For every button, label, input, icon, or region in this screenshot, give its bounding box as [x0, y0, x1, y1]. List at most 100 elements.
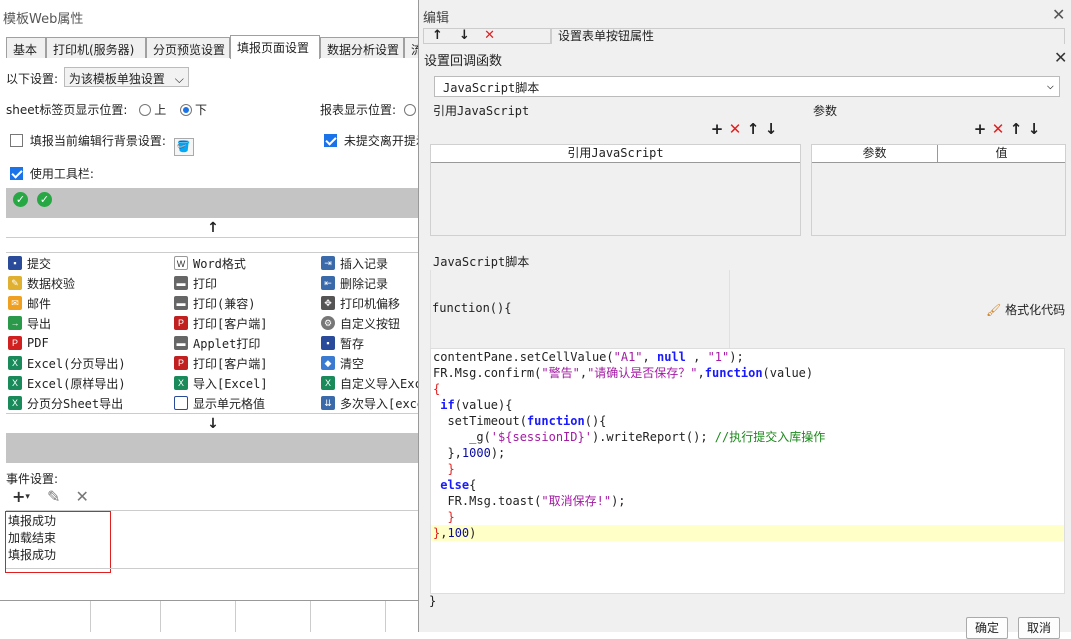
add-icon[interactable]: + [12, 487, 25, 506]
params-table: 参数 值 [811, 144, 1066, 236]
btn-print-compat[interactable]: ▬ 打印(兼容) [172, 293, 255, 313]
edit-window-title: 编辑 [423, 11, 450, 26]
btn-delete-row[interactable]: ⇤ 删除记录 [319, 273, 388, 293]
btn-submit[interactable]: ▪ 提交 [6, 253, 51, 273]
btn-custom-import[interactable]: X 自定义导入Excel [319, 373, 419, 393]
paint-bucket-icon[interactable]: 🪣 [173, 138, 194, 156]
btn-applet-print[interactable]: ▬ Applet打印 [172, 333, 260, 353]
arrow-down-icon[interactable]: ↓ [762, 120, 780, 138]
btn-excel-page[interactable]: X Excel(分页导出) [6, 353, 126, 373]
close-icon[interactable]: ✕ [1054, 48, 1067, 67]
delete-icon[interactable]: ✕ [484, 29, 495, 43]
check-icon[interactable]: ✓ [37, 192, 52, 207]
value-column[interactable]: 值 [938, 145, 1065, 163]
btn-label: 删除记录 [340, 276, 389, 291]
ref-js-column[interactable]: 引用JavaScript [431, 145, 800, 163]
ok-button[interactable]: 确定 [966, 617, 1008, 639]
btn-print-client-2[interactable]: P 打印[客户端] [172, 353, 267, 373]
move-up-button[interactable]: ↑ [6, 218, 419, 238]
chevron-down-icon: ⌵ [174, 72, 184, 86]
pdf-icon: P [8, 336, 22, 350]
move-down-button[interactable]: ↓ [6, 413, 419, 433]
unsubmitted-checkbox[interactable] [324, 134, 337, 147]
pencil-icon: ✎ [8, 276, 22, 290]
btn-label: PDF [27, 336, 49, 350]
arrow-up-icon[interactable]: ↑ [744, 120, 762, 138]
btn-printer-offset[interactable]: ✥ 打印机偏移 [319, 293, 400, 313]
btn-excel-original[interactable]: X Excel(原样导出) [6, 373, 126, 393]
btn-label: 打印机偏移 [340, 296, 401, 311]
code-line: contentPane.setCellValue("A1", null , "1… [433, 350, 744, 364]
arrow-down-icon[interactable]: ↓ [459, 29, 470, 43]
btn-temp-save[interactable]: ▪ 暂存 [319, 333, 364, 353]
btn-sheet-export[interactable]: X 分页分Sheet导出 [6, 393, 123, 413]
code-line: { [433, 382, 441, 396]
delete-icon[interactable]: ✕ [726, 120, 744, 138]
save-icon: ▪ [8, 256, 22, 270]
event-label: 事件设置: [6, 472, 59, 486]
delete-icon[interactable]: ✕ [989, 120, 1007, 138]
row-unsubmitted: 未提交离开提示 [324, 132, 419, 149]
code-editor[interactable]: contentPane.setCellValue("A1", null , "1… [430, 348, 1065, 594]
close-icon[interactable]: ✕ [1052, 5, 1065, 24]
report-position-label: 报表显示位置: [320, 103, 397, 117]
use-toolbar-checkbox[interactable] [10, 167, 23, 180]
template-web-properties-window: 模板Web属性 基本 打印机(服务器) 分页预览设置 填报页面设置 数据分析设置… [0, 0, 420, 601]
button-grid: ▪ 提交 ✎ 数据校验 ✉ 邮件 → 导出 P PDF X Excel(分页导出) X Exc… [6, 252, 419, 411]
btn-show-cell-value[interactable]: 显示单元格值 [172, 393, 265, 413]
btn-label: 自定义导入Excel [340, 376, 419, 391]
tab-printer-server[interactable]: 打印机(服务器) [46, 37, 146, 58]
btn-validate[interactable]: ✎ 数据校验 [6, 273, 75, 293]
arrow-down-icon: ↓ [207, 416, 219, 432]
list-item[interactable]: 加载结束 [8, 530, 108, 547]
bg-setting-checkbox[interactable] [10, 134, 23, 147]
btn-custom[interactable]: ⚙ 自定义按钮 [319, 313, 400, 333]
add-icon[interactable]: + [971, 120, 989, 138]
code-line: setTimeout(function(){ [433, 414, 607, 428]
script-type-select[interactable]: JavaScript脚本 ⌵ [434, 76, 1060, 97]
btn-mail[interactable]: ✉ 邮件 [6, 293, 51, 313]
list-item[interactable]: 填报成功 [8, 547, 108, 564]
btn-label: 打印[客户端] [193, 316, 268, 331]
cell-icon [174, 396, 188, 410]
btn-label: Excel(分页导出) [27, 356, 126, 371]
check-icon[interactable]: ✓ [13, 192, 28, 207]
btn-print-client[interactable]: P 打印[客户端] [172, 313, 267, 333]
window-title: 模板Web属性 [3, 12, 84, 27]
event-toolbar: +▾ ✎ ✕ [12, 487, 89, 506]
arrow-up-icon[interactable]: ↑ [1007, 120, 1025, 138]
format-code-button[interactable]: 🖌 格式化代码 [986, 301, 1065, 318]
excel-icon: X [321, 376, 335, 390]
function-header-area: function(){ [430, 270, 730, 350]
btn-clear[interactable]: ◆ 清空 [319, 353, 364, 373]
btn-pdf[interactable]: P PDF [6, 333, 49, 353]
edit-icon[interactable]: ✎ [47, 487, 60, 506]
arrow-down-icon[interactable]: ↓ [1025, 120, 1043, 138]
btn-word[interactable]: W Word格式 [172, 253, 246, 273]
tab-fill-page-settings[interactable]: 填报页面设置 [230, 35, 320, 59]
btn-import-excel[interactable]: X 导入[Excel] [172, 373, 268, 393]
add-icon[interactable]: + [708, 120, 726, 138]
tab-basic[interactable]: 基本 [6, 37, 46, 58]
arrow-up-icon[interactable]: ↑ [432, 29, 443, 43]
list-item[interactable]: 填报成功 [8, 513, 108, 530]
tab-page-preview[interactable]: 分页预览设置 [146, 37, 230, 58]
tab-data-analysis[interactable]: 数据分析设置 [320, 37, 404, 58]
btn-label: 插入记录 [340, 256, 389, 271]
chevron-down-icon[interactable]: ▾ [25, 492, 30, 502]
pdf-print-icon: P [174, 316, 188, 330]
cancel-button[interactable]: 取消 [1018, 617, 1060, 639]
btn-print[interactable]: ▬ 打印 [172, 273, 217, 293]
settings-select[interactable]: 为该模板单独设置 ⌵ [63, 67, 189, 87]
btn-insert-row[interactable]: ⇥ 插入记录 [319, 253, 388, 273]
params-column[interactable]: 参数 [812, 145, 938, 163]
radio-bottom[interactable] [180, 104, 193, 116]
btn-multi-import[interactable]: ⇊ 多次导入[excel] [319, 393, 419, 413]
radio-top[interactable] [139, 104, 152, 116]
btn-export[interactable]: → 导出 [6, 313, 51, 333]
script-type-value: JavaScript脚本 [443, 81, 540, 95]
btn-label: 自定义按钮 [340, 316, 401, 331]
settings-row: 以下设置: 为该模板单独设置 ⌵ [6, 67, 189, 87]
delete-icon[interactable]: ✕ [76, 487, 89, 506]
radio-report-position[interactable] [403, 104, 416, 116]
